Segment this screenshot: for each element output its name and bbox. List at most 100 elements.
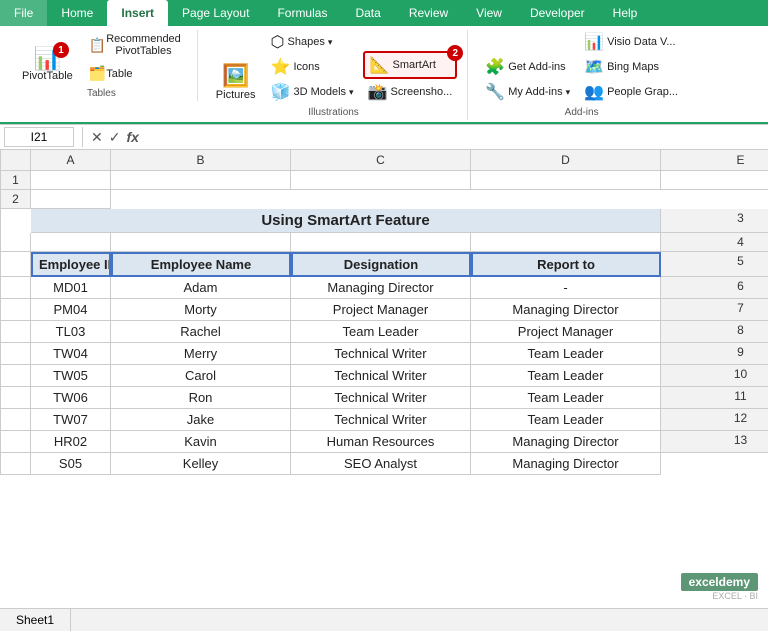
cell-c3[interactable] — [111, 233, 291, 252]
formula-fx-icon[interactable]: fx — [126, 129, 138, 145]
tab-page-layout[interactable]: Page Layout — [168, 0, 263, 26]
cell-e12[interactable]: Managing Director — [471, 431, 661, 453]
row-header-12[interactable]: 12 — [661, 409, 768, 431]
cell-a7[interactable] — [1, 321, 31, 343]
people-graph-button[interactable]: 👥 People Grap... — [579, 80, 683, 104]
row-header-10[interactable]: 10 — [661, 365, 768, 387]
col-header-a[interactable]: A — [31, 150, 111, 171]
cell-c9[interactable]: Carol — [111, 365, 291, 387]
row-header-6[interactable]: 6 — [661, 277, 768, 299]
cell-e11[interactable]: Team Leader — [471, 409, 661, 431]
get-addins-button[interactable]: 🧩 Get Add-ins — [480, 55, 575, 79]
cell-e6[interactable]: Managing Director — [471, 299, 661, 321]
cell-d8[interactable]: Technical Writer — [291, 343, 471, 365]
cell-d12[interactable]: Human Resources — [291, 431, 471, 453]
cell-b11[interactable]: TW07 — [31, 409, 111, 431]
cell-b4-header[interactable]: Employee ID — [31, 252, 111, 277]
col-header-c[interactable]: C — [291, 150, 471, 171]
row-header-1[interactable]: 1 — [1, 171, 31, 190]
row-header-11[interactable]: 11 — [661, 387, 768, 409]
cell-b7[interactable]: TL03 — [31, 321, 111, 343]
tab-view[interactable]: View — [462, 0, 516, 26]
visio-button[interactable]: 📊 Visio Data V... — [579, 30, 683, 54]
cell-c10[interactable]: Ron — [111, 387, 291, 409]
row-header-4[interactable]: 4 — [661, 233, 768, 252]
tab-data[interactable]: Data — [341, 0, 394, 26]
cell-b12[interactable]: HR02 — [31, 431, 111, 453]
cell-a5[interactable] — [1, 277, 31, 299]
formula-input[interactable] — [143, 128, 764, 147]
cell-a9[interactable] — [1, 365, 31, 387]
cell-d1[interactable] — [471, 171, 661, 190]
icons-button[interactable]: ⭐ Icons — [266, 55, 359, 79]
cell-e3[interactable] — [471, 233, 661, 252]
cell-a12[interactable] — [1, 431, 31, 453]
cell-d4-header[interactable]: Designation — [291, 252, 471, 277]
row-header-2[interactable]: 2 — [1, 190, 31, 209]
cell-a13[interactable] — [1, 453, 31, 475]
cell-b9[interactable]: TW05 — [31, 365, 111, 387]
cell-c11[interactable]: Jake — [111, 409, 291, 431]
cell-e9[interactable]: Team Leader — [471, 365, 661, 387]
cell-a3[interactable] — [1, 233, 31, 252]
cell-a6[interactable] — [1, 299, 31, 321]
cell-e1[interactable] — [661, 171, 768, 190]
cell-c4-header[interactable]: Employee Name — [111, 252, 291, 277]
cell-a1[interactable] — [31, 171, 111, 190]
formula-cancel-icon[interactable]: ✕ — [91, 129, 103, 146]
cell-b10[interactable]: TW06 — [31, 387, 111, 409]
col-header-d[interactable]: D — [471, 150, 661, 171]
recommended-pivot-button[interactable]: 📋 RecommendedPivotTables — [83, 30, 187, 60]
cell-c1[interactable] — [291, 171, 471, 190]
cell-d9[interactable]: Technical Writer — [291, 365, 471, 387]
cell-a4[interactable] — [1, 252, 31, 277]
cell-b3[interactable] — [31, 233, 111, 252]
cell-e10[interactable]: Team Leader — [471, 387, 661, 409]
tab-developer[interactable]: Developer — [516, 0, 599, 26]
cell-b5[interactable]: MD01 — [31, 277, 111, 299]
cell-a2[interactable] — [31, 190, 111, 209]
cell-title-merged[interactable]: Using SmartArt Feature — [31, 209, 661, 233]
my-addins-button[interactable]: 🔧 My Add-ins ▾ — [480, 80, 575, 104]
row-header-3[interactable]: 3 — [661, 209, 768, 233]
cell-c7[interactable]: Rachel — [111, 321, 291, 343]
pictures-button[interactable]: 🖼️ Pictures — [210, 62, 262, 104]
cell-c12[interactable]: Kavin — [111, 431, 291, 453]
cell-b8[interactable]: TW04 — [31, 343, 111, 365]
cell-c5[interactable]: Adam — [111, 277, 291, 299]
sheet-tab-1[interactable]: Sheet1 — [0, 609, 71, 631]
cell-c6[interactable]: Morty — [111, 299, 291, 321]
cell-d6[interactable]: Project Manager — [291, 299, 471, 321]
screenshot-button[interactable]: 📸 Screensho... — [363, 80, 458, 104]
cell-c8[interactable]: Merry — [111, 343, 291, 365]
cell-reference-input[interactable] — [4, 127, 74, 147]
tab-insert[interactable]: Insert — [107, 0, 168, 26]
cell-d3[interactable] — [291, 233, 471, 252]
cell-e13[interactable]: Managing Director — [471, 453, 661, 475]
cell-b6[interactable]: PM04 — [31, 299, 111, 321]
tab-file[interactable]: File — [0, 0, 47, 26]
col-header-b[interactable]: B — [111, 150, 291, 171]
cell-e4-header[interactable]: Report to — [471, 252, 661, 277]
3d-models-button[interactable]: 🧊 3D Models ▾ — [266, 80, 359, 104]
pivot-table-button[interactable]: 📊 1 PivotTable — [16, 45, 79, 85]
cell-b13[interactable]: S05 — [31, 453, 111, 475]
cell-d11[interactable]: Technical Writer — [291, 409, 471, 431]
cell-c13[interactable]: Kelley — [111, 453, 291, 475]
smartart-button[interactable]: 📐 SmartArt 2 — [363, 51, 458, 79]
row-header-9[interactable]: 9 — [661, 343, 768, 365]
cell-d5[interactable]: Managing Director — [291, 277, 471, 299]
row-header-5[interactable]: 5 — [661, 252, 768, 277]
tab-formulas[interactable]: Formulas — [263, 0, 341, 26]
row-header-7[interactable]: 7 — [661, 299, 768, 321]
col-header-e[interactable]: E — [661, 150, 768, 171]
tab-help[interactable]: Help — [599, 0, 652, 26]
cell-e5[interactable]: - — [471, 277, 661, 299]
cell-e8[interactable]: Team Leader — [471, 343, 661, 365]
cell-d7[interactable]: Team Leader — [291, 321, 471, 343]
shapes-button[interactable]: ⬡ Shapes ▾ — [266, 30, 359, 54]
row-header-8[interactable]: 8 — [661, 321, 768, 343]
cell-b1[interactable] — [111, 171, 291, 190]
cell-d13[interactable]: SEO Analyst — [291, 453, 471, 475]
cell-a11[interactable] — [1, 409, 31, 431]
